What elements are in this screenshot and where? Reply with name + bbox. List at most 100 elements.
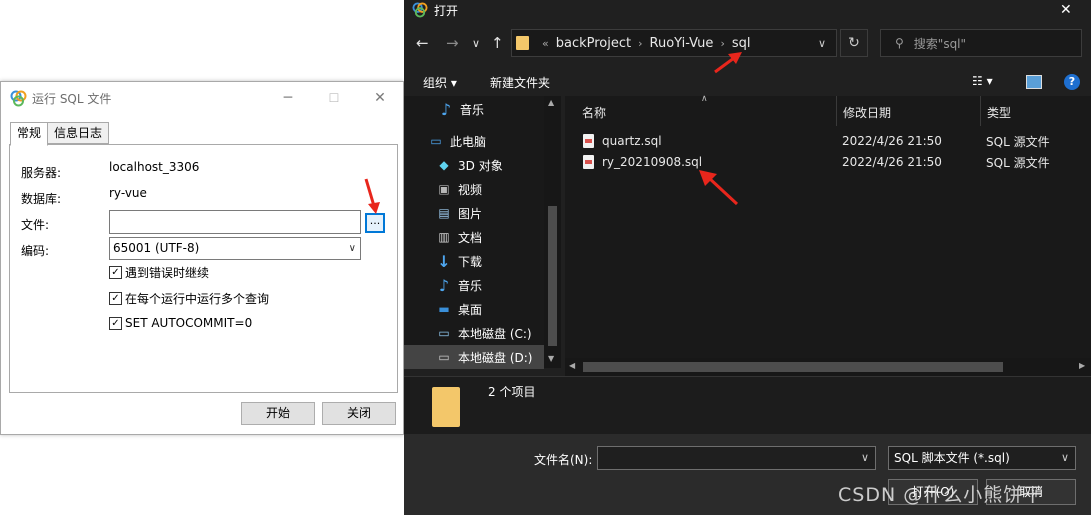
breadcrumb-ruoyi-vue[interactable]: RuoYi-Vue <box>650 36 714 51</box>
close-button[interactable]: 关闭 <box>322 402 396 425</box>
dialog-tabs: 常规 信息日志 <box>10 122 110 146</box>
help-icon[interactable]: ? <box>1064 74 1080 90</box>
column-header-modified[interactable]: 修改日期 <box>843 104 891 121</box>
scroll-left-icon[interactable]: ◀ <box>569 361 575 370</box>
preview-pane-icon[interactable] <box>1026 75 1042 89</box>
file-type-value: SQL 脚本文件 (*.sql) <box>894 451 1010 465</box>
new-folder-button[interactable]: 新建文件夹 <box>490 74 550 91</box>
refresh-icon[interactable]: ↻ <box>840 29 868 57</box>
nav-item-this-pc[interactable]: ▭ 此电脑 <box>404 129 544 153</box>
annotation-arrow-icon <box>699 170 739 206</box>
file-path-input[interactable] <box>109 210 361 234</box>
csdn-watermark: CSDN @什么小熊饼干 <box>838 484 1044 506</box>
annotation-arrow-icon <box>364 178 380 214</box>
checkbox-label: 在每个运行中运行多个查询 <box>125 292 270 306</box>
file-list-pane: ∧ 名称 修改日期 类型 quartz.sql 2022/4/26 21:50 … <box>565 94 1091 358</box>
nav-item-label: 本地磁盘 (C:) <box>458 326 532 341</box>
tab-info-log[interactable]: 信息日志 <box>47 122 110 144</box>
breadcrumb-separator: › <box>638 36 643 50</box>
nav-item-pictures[interactable]: ▤ 图片 <box>404 201 544 225</box>
start-button[interactable]: 开始 <box>241 402 315 425</box>
multiple-queries-checkbox[interactable]: ✓ 在每个运行中运行多个查询 <box>109 290 269 307</box>
address-dropdown-icon[interactable]: ∨ <box>818 37 826 50</box>
column-header-name[interactable]: 名称 <box>582 104 606 121</box>
back-arrow-icon[interactable]: ← <box>416 34 429 52</box>
column-divider[interactable] <box>836 96 837 126</box>
scroll-down-icon[interactable]: ▼ <box>548 354 554 363</box>
video-icon: ▣ <box>438 182 450 196</box>
chevron-down-icon[interactable]: ∨ <box>861 451 869 464</box>
download-icon: ↓ <box>437 251 451 271</box>
forward-arrow-icon[interactable]: → <box>446 34 459 52</box>
nav-item-label: 文档 <box>458 230 483 245</box>
autocommit-checkbox[interactable]: ✓ SET AUTOCOMMIT=0 <box>109 316 252 330</box>
nav-item-music[interactable]: ♪ 音乐 <box>404 273 544 297</box>
file-type: SQL 源文件 <box>986 155 1050 170</box>
close-window-button[interactable]: ✕ <box>357 82 403 114</box>
music-icon: ♪ <box>438 275 450 295</box>
encoding-select[interactable]: 65001 (UTF-8) ∨ <box>109 237 361 260</box>
search-input[interactable]: ⚲ 搜索"sql" <box>880 29 1082 57</box>
sort-ascending-icon: ∧ <box>701 94 708 104</box>
maximize-button[interactable]: ☐ <box>311 82 357 114</box>
recent-locations-chevron-icon[interactable]: ∨ <box>472 37 480 50</box>
file-row[interactable]: ry_20210908.sql 2022/4/26 21:50 SQL 源文件 <box>583 152 1050 172</box>
nav-item-drive-d[interactable]: ▭ 本地磁盘 (D:) <box>404 345 544 369</box>
breadcrumb-backproject[interactable]: backProject <box>556 36 631 51</box>
server-label: 服务器: <box>21 166 62 180</box>
nav-pane-scrollbar[interactable]: ▲ ▼ <box>544 96 561 368</box>
dialog-toolbar: 组织 ▾ 新建文件夹 ☷ ▾ ? <box>404 66 1091 96</box>
continue-on-error-checkbox[interactable]: ✓ 遇到错误时继续 <box>109 264 209 281</box>
breadcrumb-separator: › <box>720 36 725 50</box>
encoding-value: 65001 (UTF-8) <box>113 241 200 255</box>
tab-general[interactable]: 常规 <box>10 122 49 146</box>
nav-item-label: 图片 <box>458 206 483 221</box>
checkbox-checked-icon: ✓ <box>109 292 122 305</box>
nav-item-drive-c[interactable]: ▭ 本地磁盘 (C:) <box>404 321 544 345</box>
file-name: quartz.sql <box>602 134 662 148</box>
computer-icon: ▭ <box>430 134 442 148</box>
nav-item-label: 音乐 <box>458 278 483 293</box>
run-sql-dialog: 运行 SQL 文件 ─ ☐ ✕ 常规 信息日志 服务器: localhost_3… <box>0 81 404 435</box>
filename-input[interactable]: ∨ <box>597 446 876 470</box>
checkbox-label: SET AUTOCOMMIT=0 <box>125 316 253 330</box>
organize-button[interactable]: 组织 ▾ <box>423 74 457 91</box>
folder-icon <box>432 387 460 427</box>
minimize-button[interactable]: ─ <box>265 82 311 114</box>
column-divider[interactable] <box>980 96 981 126</box>
scroll-right-icon[interactable]: ▶ <box>1079 361 1085 370</box>
nav-item-label: 下载 <box>458 254 483 269</box>
close-window-button[interactable]: ✕ <box>1060 2 1072 18</box>
open-dialog-title: 打开 <box>434 3 459 18</box>
sql-file-icon <box>583 155 594 169</box>
scrollbar-thumb[interactable] <box>548 206 557 346</box>
nav-item-documents[interactable]: ▥ 文档 <box>404 225 544 249</box>
browse-file-button[interactable]: ... <box>365 213 385 233</box>
view-options-icon[interactable]: ☷ ▾ <box>972 74 993 88</box>
nav-item-music-quick[interactable]: ♪ 音乐 <box>404 97 544 121</box>
file-modified: 2022/4/26 21:50 <box>842 134 942 148</box>
file-list-horizontal-scrollbar[interactable]: ◀ ▶ <box>565 358 1091 376</box>
chevron-down-icon: ∨ <box>1060 451 1069 464</box>
nav-item-label: 3D 对象 <box>458 158 503 173</box>
nav-item-desktop[interactable]: ▬ 桌面 <box>404 297 544 321</box>
address-bar[interactable]: « backProject › RuoYi-Vue › sql ∨ <box>511 29 837 57</box>
column-header-type[interactable]: 类型 <box>987 104 1011 121</box>
up-arrow-icon[interactable]: ↑ <box>491 34 504 52</box>
file-row[interactable]: quartz.sql 2022/4/26 21:50 SQL 源文件 <box>583 131 1050 151</box>
desktop-icon: ▬ <box>438 302 450 316</box>
nav-item-downloads[interactable]: ↓ 下载 <box>404 249 544 273</box>
checkbox-checked-icon: ✓ <box>109 316 122 330</box>
file-type-select[interactable]: SQL 脚本文件 (*.sql) ∨ <box>888 446 1076 470</box>
nav-item-label: 桌面 <box>458 302 483 317</box>
scroll-up-icon[interactable]: ▲ <box>548 98 554 107</box>
encoding-label: 编码: <box>21 244 50 258</box>
scrollbar-thumb[interactable] <box>583 362 1003 372</box>
navicat-logo-icon <box>10 90 27 106</box>
search-placeholder: 搜索"sql" <box>913 36 967 51</box>
music-icon: ♪ <box>440 99 452 119</box>
nav-item-videos[interactable]: ▣ 视频 <box>404 177 544 201</box>
breadcrumb-sql[interactable]: sql <box>732 36 751 51</box>
nav-item-3d-objects[interactable]: ◆ 3D 对象 <box>404 153 544 177</box>
file-modified: 2022/4/26 21:50 <box>842 155 942 169</box>
